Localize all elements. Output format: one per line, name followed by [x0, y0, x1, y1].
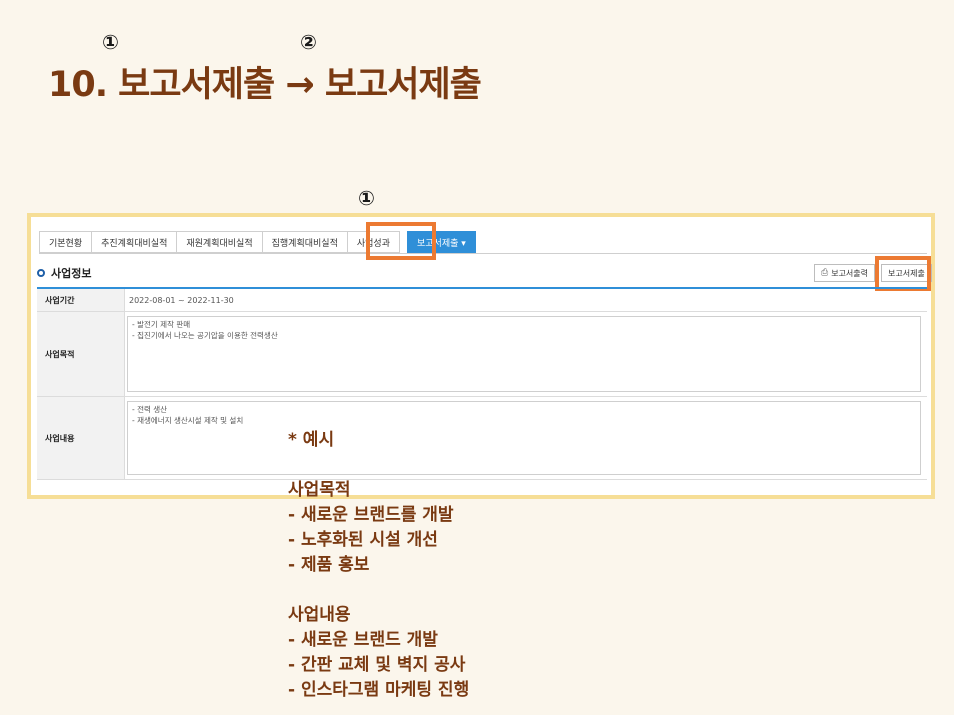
period-value: 2022-08-01 ~ 2022-11-30 — [129, 295, 234, 305]
example-content-item: - 인스타그램 마케팅 진행 — [288, 680, 470, 700]
example-content-item: - 새로운 브랜드 개발 — [288, 630, 438, 650]
content-line: - 전력 생산 — [132, 405, 168, 414]
purpose-row: 사업목적 - 발전기 제작 판매 - 집진기에서 나오는 공기압을 이용한 전력… — [37, 312, 927, 397]
section-header: 사업정보 — [37, 265, 91, 281]
printer-icon: ⎙ — [821, 268, 829, 278]
screenshot-frame: 기본현황 추진계획대비실적 재원계획대비실적 집행계획대비실적 사업성과 보고서… — [27, 213, 935, 499]
example-annotation: * 예시 사업목적 - 새로운 브랜드를 개발 - 노후화된 시설 개선 - 제… — [288, 428, 469, 703]
tab-funding-vs-actual[interactable]: 재원계획대비실적 — [176, 231, 263, 253]
tab-highlight-box — [366, 222, 436, 260]
period-label: 사업기간 — [37, 289, 125, 311]
print-report-label: 보고서출력 — [831, 268, 869, 278]
button-highlight-box — [875, 256, 931, 291]
section-bullet-icon — [37, 269, 45, 277]
tab-execution-vs-actual[interactable]: 집행계획대비실적 — [261, 231, 348, 253]
purpose-label: 사업목적 — [37, 312, 125, 396]
example-purpose-item: - 노후화된 시설 개선 — [288, 530, 438, 550]
business-info-table: 사업기간 2022-08-01 ~ 2022-11-30 사업목적 - 발전기 … — [37, 287, 927, 480]
period-row: 사업기간 2022-08-01 ~ 2022-11-30 — [37, 289, 927, 312]
example-purpose-item: - 제품 홍보 — [288, 555, 370, 575]
content-label: 사업내용 — [37, 397, 125, 479]
tab-plan-vs-actual[interactable]: 추진계획대비실적 — [91, 231, 178, 253]
content-row: 사업내용 - 전력 생산 - 재생에너지 생산시설 제작 및 설치 — [37, 397, 927, 480]
step-2-marker: ② — [300, 30, 317, 54]
example-content-title: 사업내용 — [288, 605, 351, 625]
step-1-marker: ① — [102, 30, 119, 54]
example-content-item: - 간판 교체 및 벽지 공사 — [288, 655, 466, 675]
example-heading: * 예시 — [288, 430, 335, 450]
content-textarea[interactable]: - 전력 생산 - 재생에너지 생산시설 제작 및 설치 — [127, 401, 921, 475]
content-line: - 재생에너지 생산시설 제작 및 설치 — [132, 416, 244, 425]
example-purpose-title: 사업목적 — [288, 480, 351, 500]
tab-marker: ① — [358, 186, 375, 210]
tab-basic-status[interactable]: 기본현황 — [39, 231, 93, 253]
purpose-line: - 집진기에서 나오는 공기압을 이용한 전력생산 — [132, 331, 278, 340]
section-title: 사업정보 — [51, 267, 92, 280]
purpose-line: - 발전기 제작 판매 — [132, 320, 191, 329]
page-title: 10. 보고서제출 → 보고서제출 — [48, 65, 482, 105]
tab-divider — [39, 253, 927, 254]
purpose-textarea[interactable]: - 발전기 제작 판매 - 집진기에서 나오는 공기압을 이용한 전력생산 — [127, 316, 921, 392]
example-purpose-item: - 새로운 브랜드를 개발 — [288, 505, 454, 525]
print-report-button[interactable]: ⎙ 보고서출력 — [814, 264, 876, 282]
